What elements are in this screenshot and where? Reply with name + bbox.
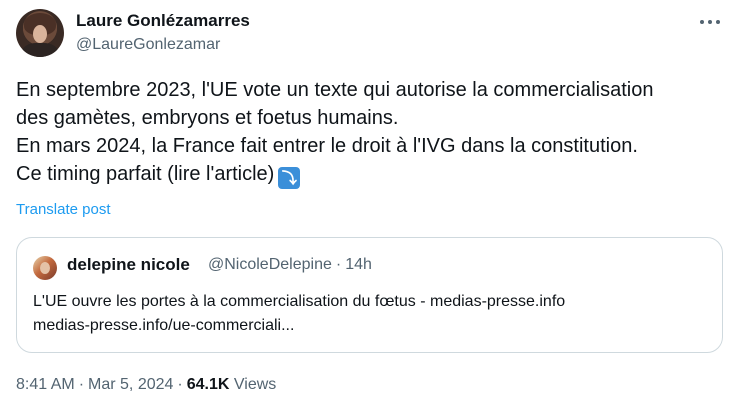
quoted-author-handle: @NicoleDelepine	[208, 256, 332, 273]
footer-separator: ·	[177, 376, 183, 393]
footer-separator: ·	[78, 376, 85, 393]
quoted-author-name: delepine nicole	[67, 255, 190, 274]
more-options-icon[interactable]	[698, 12, 722, 32]
tweet-text-line: En septembre 2023, l'UE vote un texte qu…	[16, 79, 654, 101]
quoted-tweet-link[interactable]: medias-presse.info/ue-commerciali...	[33, 314, 294, 338]
post-date[interactable]: Mar 5, 2024	[88, 376, 173, 393]
more-dot	[700, 20, 704, 24]
quoted-timestamp: 14h	[345, 256, 372, 273]
tweet-text-line: des gamètes, embryons et foetus humains.	[16, 107, 399, 129]
arrow-curving-down-icon: ⤵	[278, 167, 301, 189]
avatar-body	[22, 43, 58, 57]
quoted-author-avatar	[33, 256, 57, 280]
more-dot	[708, 20, 712, 24]
quoted-tweet-text: L'UE ouvre les portes à la commercialisa…	[33, 293, 566, 310]
avatar-face	[33, 25, 47, 43]
more-dot	[716, 20, 720, 24]
tweet-footer: 8:41 AM · Mar 5, 2024 · 64.1K Views	[16, 376, 276, 394]
meta-separator: ·	[335, 256, 342, 273]
views-label: Views	[233, 376, 277, 393]
author-avatar[interactable]	[16, 9, 64, 57]
author-handle[interactable]: @LaureGonlezamar	[76, 36, 220, 54]
avatar-face	[40, 262, 50, 274]
tweet-text: En septembre 2023, l'UE vote un texte qu…	[16, 76, 728, 189]
quoted-author-meta: @NicoleDelepine · 14h	[208, 256, 372, 274]
views-count: 64.1K	[186, 376, 230, 393]
quoted-tweet-card[interactable]: delepine nicole @NicoleDelepine · 14h L'UE…	[16, 237, 723, 353]
tweet-text-line: Ce timing parfait (lire l'article)	[16, 163, 275, 185]
post-time[interactable]: 8:41 AM	[16, 376, 75, 393]
author-name[interactable]: Laure Gonlézamarres	[76, 11, 250, 31]
translate-post-link[interactable]: Translate post	[16, 201, 111, 218]
tweet-text-line-last: Ce timing parfait (lire l'article) ⤵	[16, 160, 728, 189]
tweet-text-line: En mars 2024, la France fait entrer le d…	[16, 135, 638, 157]
